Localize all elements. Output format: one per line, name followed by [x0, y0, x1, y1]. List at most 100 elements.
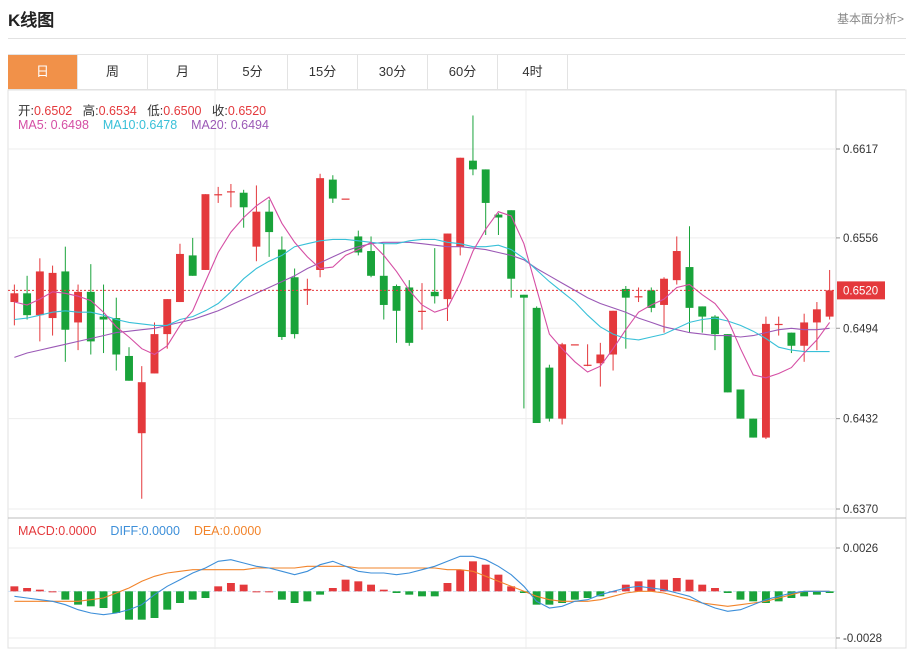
candle-body [341, 198, 350, 200]
dea-label: DEA: [193, 524, 223, 538]
price-tick-label: 0.6432 [843, 414, 878, 426]
macd-bar [367, 584, 375, 592]
candle-body [532, 307, 541, 424]
macd-bar [163, 591, 172, 610]
diff-line [14, 555, 830, 616]
candle-body [10, 293, 19, 303]
macd-bar [125, 591, 133, 620]
macd-bar [723, 591, 732, 593]
candle-body [469, 160, 477, 170]
candle-body [774, 323, 783, 326]
candle-body [787, 332, 796, 346]
high-value: 0.6534 [98, 104, 137, 118]
macd-bar [711, 588, 719, 592]
candle-body [252, 211, 261, 247]
ma10-label: MA10: [102, 118, 139, 132]
macd-bar [456, 569, 465, 592]
candle-body [239, 192, 248, 208]
candle-body [698, 306, 707, 317]
macd-bar [570, 591, 579, 600]
macd-bar [672, 578, 681, 592]
candle-body [800, 322, 809, 346]
macd-info: MACD:0.0000 DIFF:0.0000 DEA:0.0000 [18, 524, 261, 538]
diff-value: 0.0000 [141, 524, 180, 538]
candle-body [519, 294, 528, 298]
ma5-value: 0.6498 [50, 118, 89, 132]
price-tick-label: 0.6494 [843, 323, 879, 335]
macd-bar [341, 579, 350, 592]
candle-body [723, 334, 732, 393]
candle-body [48, 272, 57, 319]
candle-body [570, 344, 579, 346]
open-label: 开: [18, 104, 34, 118]
macd-bar [469, 561, 477, 592]
macd-bar [10, 586, 19, 592]
candle-body [672, 251, 681, 281]
macd-label: MACD: [18, 524, 59, 538]
candle-body [316, 178, 325, 270]
candle-body [405, 287, 414, 343]
candle-body [176, 253, 184, 303]
dea-line [14, 565, 830, 607]
macd-bar [685, 579, 694, 592]
candle-body [188, 255, 197, 276]
macd-bar [252, 591, 261, 593]
macd-bar [379, 589, 388, 592]
price-tick-label: 0.6556 [843, 233, 878, 245]
last-price-label: 0.6520 [843, 285, 878, 297]
macd-value: 0.0000 [58, 524, 97, 538]
candle-body [61, 271, 70, 330]
candle-body [634, 296, 643, 298]
macd-bar [443, 583, 452, 592]
candle-body [685, 267, 694, 308]
candle-body [507, 210, 516, 279]
high-label: 高: [82, 104, 99, 118]
macd-bar [277, 591, 286, 600]
macd-bar [265, 591, 274, 593]
ma10-value: 0.6478 [138, 118, 178, 132]
low-label: 低: [147, 104, 164, 118]
macd-bar [201, 591, 210, 598]
candle-body [226, 191, 235, 193]
candle-body [749, 418, 758, 438]
macd-bar [354, 581, 363, 592]
macd-bar [328, 588, 337, 592]
macd-bar [316, 591, 325, 595]
ma20-value: 0.6494 [230, 118, 269, 132]
macd-bar [545, 591, 554, 605]
macd-bar [35, 589, 44, 592]
dea-value: 0.0000 [223, 524, 262, 538]
candle-body [660, 278, 668, 305]
macd-bar [74, 591, 83, 605]
macd-bar [23, 588, 32, 592]
candle-body [430, 291, 439, 297]
macd-bar [405, 591, 414, 595]
ma20-label: MA20: [191, 118, 228, 132]
candle-body [125, 355, 133, 381]
candle-body [443, 233, 452, 300]
candle-body [328, 179, 337, 199]
macd-tick-label: 0.0026 [843, 543, 878, 555]
macd-bar [188, 591, 197, 600]
candle-body [392, 286, 401, 311]
macd-bar [61, 591, 70, 600]
candle-body [456, 157, 465, 247]
ohlc-info: 开:0.6502 高:0.6534 低:0.6500 收:0.6520 [18, 100, 266, 119]
low-value: 0.6500 [163, 104, 202, 118]
macd-bar [583, 591, 592, 598]
macd-bar [647, 579, 656, 592]
macd-bar [226, 583, 235, 592]
macd-bar [48, 591, 57, 593]
macd-bar [239, 584, 248, 592]
macd-bar [214, 586, 223, 592]
macd-bar [736, 591, 745, 600]
open-value: 0.6502 [33, 104, 73, 118]
candle-body [583, 364, 592, 366]
macd-bar [392, 591, 401, 593]
candle-body [825, 290, 834, 317]
kline-chart[interactable]: 0.6617 0.6556 0.6494 0.6432 0.6370 0.0026 -0.0… [0, 0, 910, 649]
candle-body [99, 316, 108, 320]
candle-body [277, 249, 286, 338]
candle-body [163, 299, 172, 335]
candle-body [214, 194, 223, 196]
